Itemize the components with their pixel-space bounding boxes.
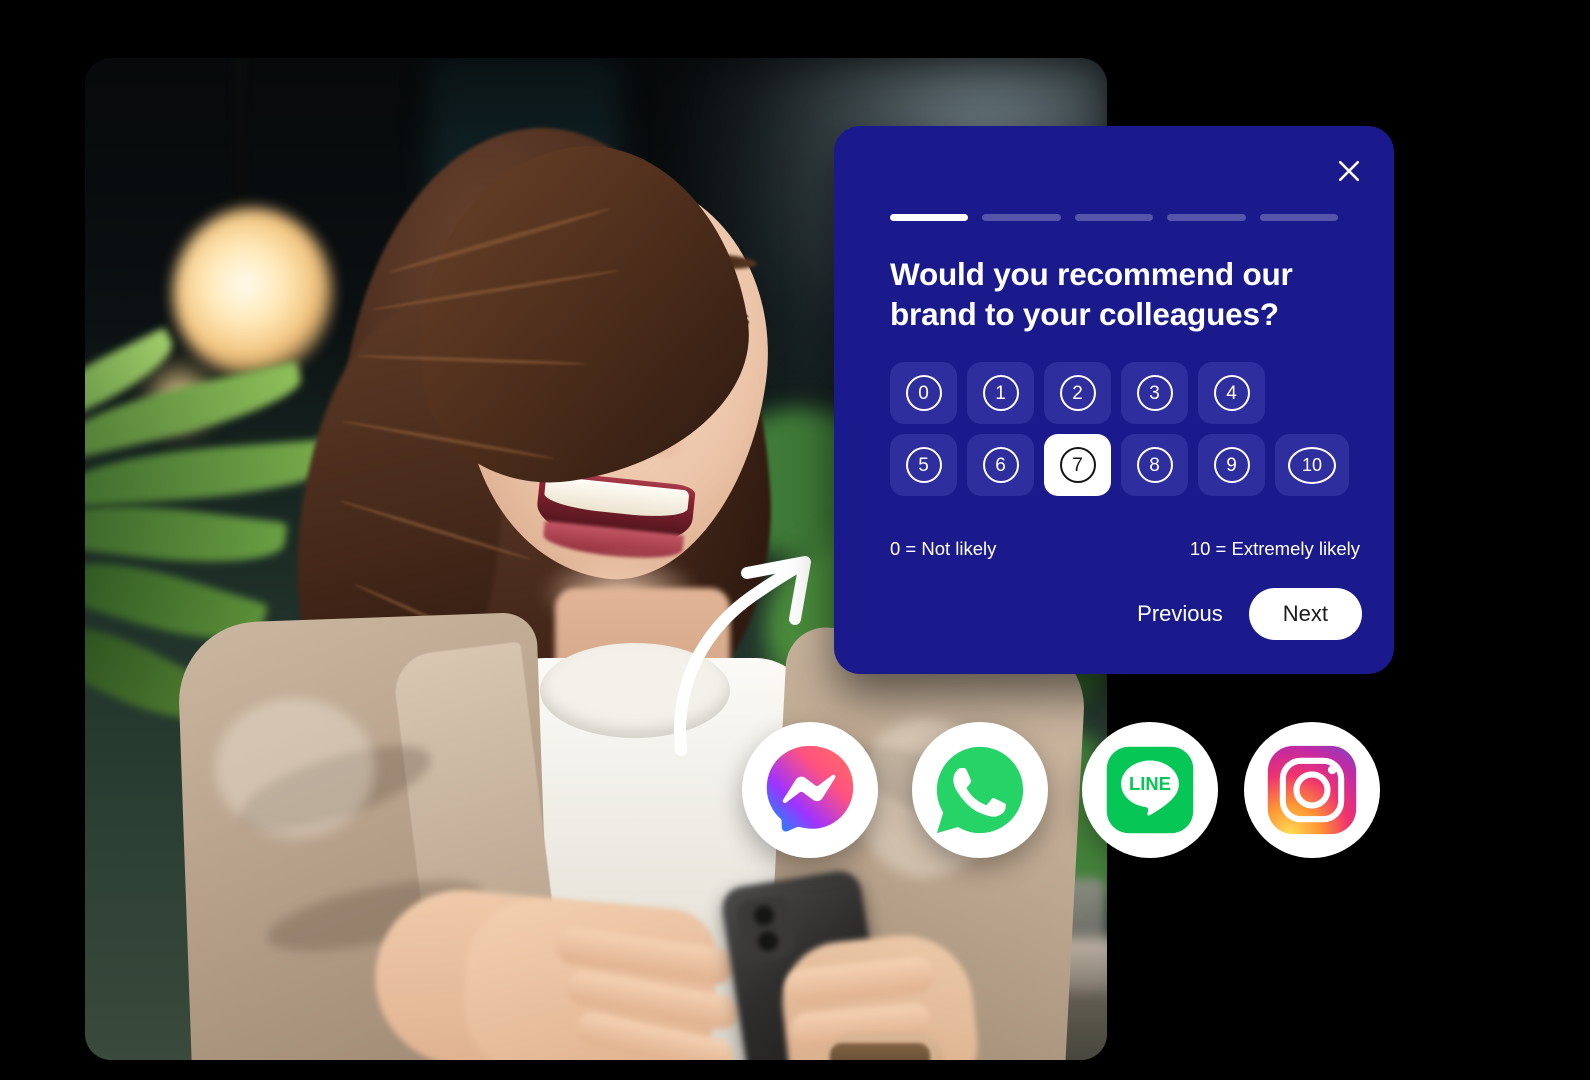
rating-scale: 0 1 2 3 4 5 6 7 8 9 10 (890, 362, 1360, 506)
rating-value: 3 (1136, 375, 1173, 411)
survey-card: Would you recommend our brand to your co… (834, 126, 1394, 674)
rating-option-10[interactable]: 10 (1275, 434, 1349, 496)
survey-question: Would you recommend our brand to your co… (890, 256, 1293, 333)
rating-option-4[interactable]: 4 (1198, 362, 1265, 424)
rating-value: 1 (982, 375, 1019, 411)
rating-value: 10 (1288, 446, 1336, 484)
previous-button[interactable]: Previous (1127, 595, 1233, 633)
progress-indicator (890, 214, 1339, 221)
rating-option-7-selected[interactable]: 7 (1044, 434, 1111, 496)
rating-value: 8 (1136, 447, 1173, 483)
rating-value: 5 (905, 447, 942, 483)
line-wordmark: LINE (1129, 773, 1171, 794)
rating-value: 2 (1059, 375, 1096, 411)
rating-option-0[interactable]: 0 (890, 362, 957, 424)
messenger-icon (766, 745, 854, 832)
progress-segment-2 (982, 214, 1061, 221)
rating-value: 4 (1213, 375, 1250, 411)
next-button[interactable]: Next (1248, 588, 1362, 640)
whatsapp-button[interactable] (912, 722, 1048, 858)
close-icon[interactable] (1332, 154, 1366, 188)
instagram-icon (1267, 745, 1357, 835)
rating-value: 9 (1213, 447, 1250, 483)
line-button[interactable]: LINE (1082, 722, 1218, 858)
survey-actions: Previous Next (1127, 588, 1362, 640)
channel-icons: LINE (742, 722, 1402, 862)
scale-legend: 0 = Not likely 10 = Extremely likely (890, 538, 1360, 560)
rating-option-8[interactable]: 8 (1121, 434, 1188, 496)
progress-segment-1 (890, 214, 969, 221)
rating-value: 0 (905, 375, 942, 411)
line-icon: LINE (1106, 746, 1194, 834)
rating-option-1[interactable]: 1 (967, 362, 1034, 424)
rating-option-5[interactable]: 5 (890, 434, 957, 496)
photo-lamp-cord (233, 58, 246, 233)
progress-segment-5 (1259, 214, 1339, 221)
rating-value: 7 (1059, 447, 1096, 483)
rating-option-6[interactable]: 6 (967, 434, 1034, 496)
progress-segment-3 (1074, 214, 1154, 221)
photo-bokeh-lamp (173, 208, 333, 378)
rating-row-bottom: 5 6 7 8 9 10 (890, 434, 1360, 496)
rating-option-2[interactable]: 2 (1044, 362, 1111, 424)
messenger-button[interactable] (742, 722, 878, 858)
rating-option-3[interactable]: 3 (1121, 362, 1188, 424)
whatsapp-icon (936, 746, 1024, 834)
rating-option-9[interactable]: 9 (1198, 434, 1265, 496)
instagram-button[interactable] (1244, 722, 1380, 858)
rating-row-top: 0 1 2 3 4 (890, 362, 1360, 424)
scale-high-label: 10 = Extremely likely (1189, 538, 1360, 559)
rating-value: 6 (982, 447, 1019, 483)
progress-segment-4 (1167, 214, 1246, 221)
scale-low-label: 0 = Not likely (890, 538, 997, 559)
